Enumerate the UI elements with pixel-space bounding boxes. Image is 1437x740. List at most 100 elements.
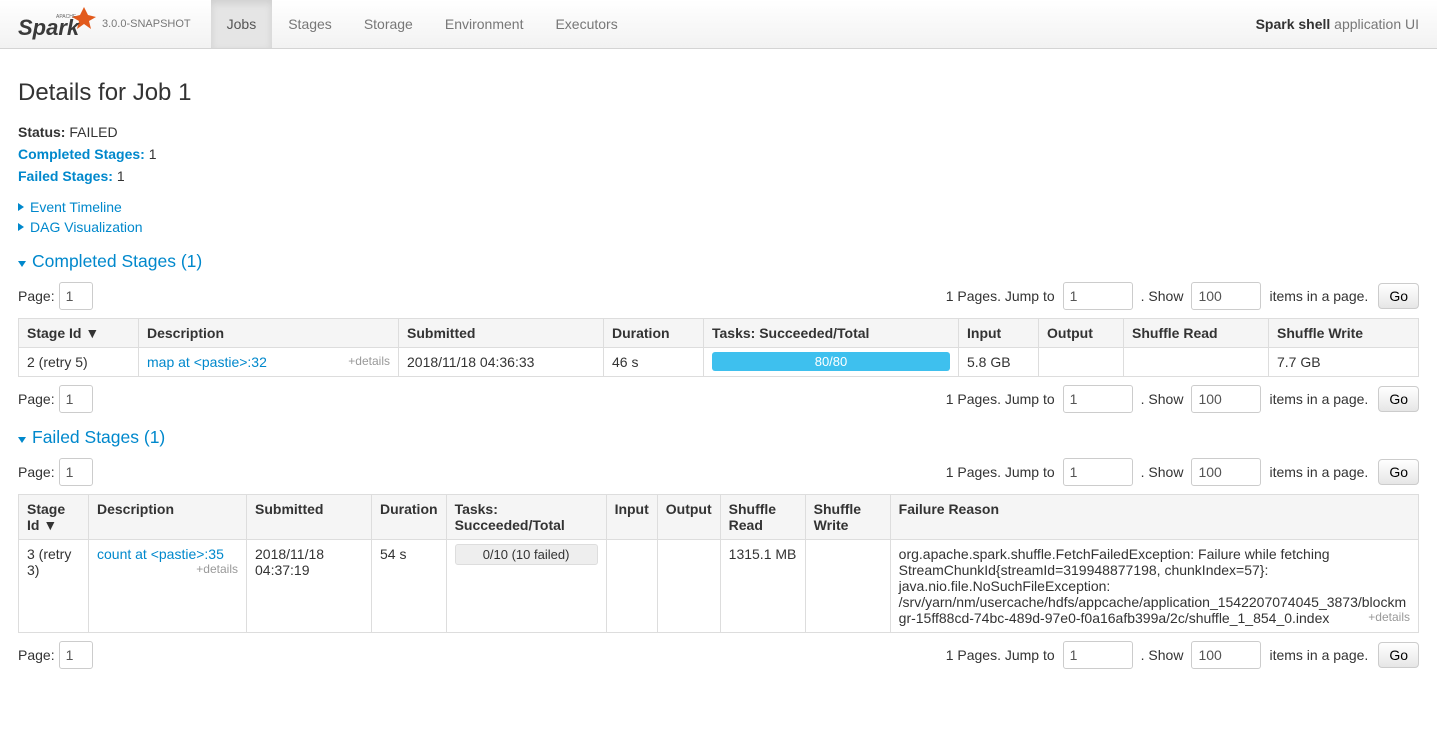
completed-stages-header: Completed Stages (1)	[18, 251, 1419, 272]
details-link[interactable]: +details	[1368, 610, 1410, 624]
navbar: APACHE Spark 3.0.0-SNAPSHOT Jobs Stages …	[0, 0, 1437, 49]
col-tasks[interactable]: Tasks: Succeeded/Total	[446, 495, 606, 540]
go-button[interactable]: Go	[1378, 283, 1419, 309]
status-label: Status:	[18, 124, 65, 140]
col-stage-id[interactable]: Stage Id ▼	[19, 495, 89, 540]
col-submitted[interactable]: Submitted	[247, 495, 372, 540]
show-label: . Show	[1141, 288, 1184, 304]
col-shuffle-read[interactable]: Shuffle Read	[720, 495, 805, 540]
app-name: Spark shell application UI	[1256, 16, 1419, 32]
caret-right-icon	[18, 223, 24, 231]
col-description[interactable]: Description	[89, 495, 247, 540]
failed-stages-link[interactable]: Failed Stages:	[18, 168, 113, 184]
col-stage-id[interactable]: Stage Id ▼	[19, 319, 139, 348]
cell-duration: 54 s	[372, 540, 447, 633]
cell-input	[606, 540, 657, 633]
tab-jobs[interactable]: Jobs	[211, 0, 273, 48]
tab-environment[interactable]: Environment	[429, 0, 540, 48]
items-label: items in a page.	[1269, 288, 1368, 304]
pagination-bottom-completed: Page: 1 Pages. Jump to . Show items in a…	[18, 385, 1419, 413]
col-output[interactable]: Output	[657, 495, 720, 540]
completed-stages-link[interactable]: Completed Stages:	[18, 146, 145, 162]
completed-stages-count: 1	[149, 146, 157, 162]
jump-input[interactable]	[1063, 458, 1133, 486]
tab-executors[interactable]: Executors	[539, 0, 633, 48]
show-input[interactable]	[1191, 385, 1261, 413]
show-input[interactable]	[1191, 282, 1261, 310]
col-tasks[interactable]: Tasks: Succeeded/Total	[704, 319, 959, 348]
cell-shuffle-read: 1315.1 MB	[720, 540, 805, 633]
go-button[interactable]: Go	[1378, 642, 1419, 668]
cell-tasks: 0/10 (10 failed)	[446, 540, 606, 633]
dag-visualization-toggle[interactable]: DAG Visualization	[18, 217, 143, 237]
status-value: FAILED	[69, 124, 117, 140]
stage-description-link[interactable]: count at <pastie>:35	[97, 546, 224, 562]
cell-description: count at <pastie>:35+details	[89, 540, 247, 633]
cell-submitted: 2018/11/18 04:37:19	[247, 540, 372, 633]
cell-shuffle-write	[805, 540, 890, 633]
col-duration[interactable]: Duration	[604, 319, 704, 348]
page-title: Details for Job 1	[18, 79, 1419, 107]
go-button[interactable]: Go	[1378, 386, 1419, 412]
page-input[interactable]	[59, 282, 93, 310]
cell-input: 5.8 GB	[959, 348, 1039, 377]
cell-tasks: 80/80	[704, 348, 959, 377]
page-input[interactable]	[59, 458, 93, 486]
summary-list: Status: FAILED Completed Stages: 1 Faile…	[18, 121, 1419, 187]
pages-text: 1 Pages. Jump to	[946, 288, 1055, 304]
page-input[interactable]	[59, 641, 93, 669]
details-link[interactable]: +details	[348, 354, 390, 368]
col-output[interactable]: Output	[1039, 319, 1124, 348]
jump-input[interactable]	[1063, 641, 1133, 669]
show-input[interactable]	[1191, 458, 1261, 486]
table-row: 3 (retry 3) count at <pastie>:35+details…	[19, 540, 1419, 633]
cell-shuffle-write: 7.7 GB	[1269, 348, 1419, 377]
cell-output	[657, 540, 720, 633]
col-failure-reason[interactable]: Failure Reason	[890, 495, 1418, 540]
show-input[interactable]	[1191, 641, 1261, 669]
caret-down-icon	[18, 261, 26, 267]
pagination-top-failed: Page: 1 Pages. Jump to . Show items in a…	[18, 458, 1419, 486]
spark-logo-icon: APACHE Spark	[18, 5, 96, 43]
completed-stages-table: Stage Id ▼ Description Submitted Duratio…	[18, 318, 1419, 377]
event-timeline-toggle[interactable]: Event Timeline	[18, 197, 122, 217]
col-duration[interactable]: Duration	[372, 495, 447, 540]
failed-stages-table: Stage Id ▼ Description Submitted Duratio…	[18, 494, 1419, 633]
caret-down-icon	[18, 437, 26, 443]
stage-description-link[interactable]: map at <pastie>:32	[147, 354, 267, 370]
tab-storage[interactable]: Storage	[348, 0, 429, 48]
page-label: Page:	[18, 288, 55, 304]
cell-stage-id: 3 (retry 3)	[19, 540, 89, 633]
cell-shuffle-read	[1124, 348, 1269, 377]
task-progress-bar: 80/80	[712, 352, 950, 371]
task-progress-bar: 0/10 (10 failed)	[455, 544, 598, 565]
details-link[interactable]: +details	[196, 562, 238, 576]
failed-stages-count: 1	[117, 168, 125, 184]
cell-duration: 46 s	[604, 348, 704, 377]
failed-stages-header: Failed Stages (1)	[18, 427, 1419, 448]
cell-description: map at <pastie>:32 +details	[139, 348, 399, 377]
nav-tabs: Jobs Stages Storage Environment Executor…	[211, 0, 634, 48]
cell-output	[1039, 348, 1124, 377]
col-shuffle-read[interactable]: Shuffle Read	[1124, 319, 1269, 348]
col-shuffle-write[interactable]: Shuffle Write	[1269, 319, 1419, 348]
table-row: 2 (retry 5) map at <pastie>:32 +details 2…	[19, 348, 1419, 377]
pagination-top-completed: Page: 1 Pages. Jump to . Show items in a…	[18, 282, 1419, 310]
brand-version: 3.0.0-SNAPSHOT	[102, 18, 191, 30]
col-input[interactable]: Input	[959, 319, 1039, 348]
cell-submitted: 2018/11/18 04:36:33	[399, 348, 604, 377]
col-submitted[interactable]: Submitted	[399, 319, 604, 348]
col-input[interactable]: Input	[606, 495, 657, 540]
cell-stage-id: 2 (retry 5)	[19, 348, 139, 377]
cell-failure-reason: org.apache.spark.shuffle.FetchFailedExce…	[890, 540, 1418, 633]
svg-text:Spark: Spark	[18, 15, 81, 40]
col-shuffle-write[interactable]: Shuffle Write	[805, 495, 890, 540]
jump-input[interactable]	[1063, 385, 1133, 413]
col-description[interactable]: Description	[139, 319, 399, 348]
brand[interactable]: APACHE Spark 3.0.0-SNAPSHOT	[18, 5, 191, 43]
page-input[interactable]	[59, 385, 93, 413]
tab-stages[interactable]: Stages	[272, 0, 348, 48]
go-button[interactable]: Go	[1378, 459, 1419, 485]
jump-input[interactable]	[1063, 282, 1133, 310]
caret-right-icon	[18, 203, 24, 211]
